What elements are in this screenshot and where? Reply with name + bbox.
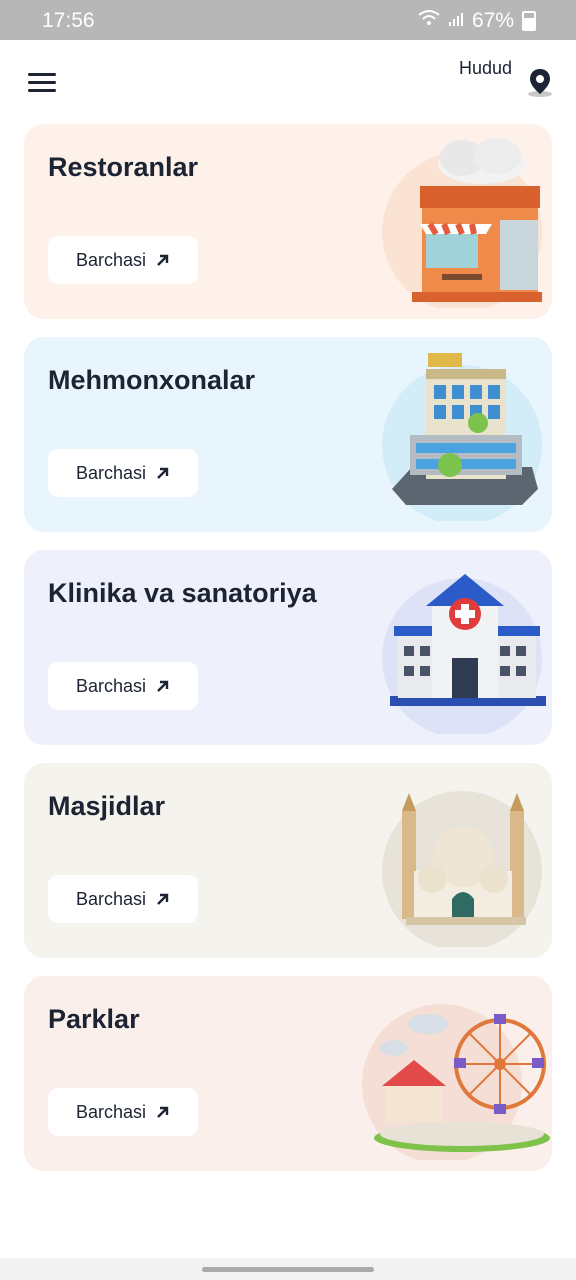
arrow-up-right-icon <box>157 893 169 905</box>
arrow-up-right-icon <box>157 254 169 266</box>
arrow-up-right-icon <box>157 1106 169 1118</box>
view-all-button[interactable]: Barchasi <box>48 662 198 710</box>
signal-icon <box>448 9 464 33</box>
location-pin-icon[interactable] <box>526 66 554 98</box>
battery-percent: 67% <box>471 9 514 32</box>
mosque-illustration <box>382 791 542 947</box>
card-title: Parklar <box>48 1004 140 1034</box>
card-title: Masjidlar <box>48 791 166 821</box>
category-card-restaurants[interactable]: Restoranlar Barchasi <box>24 124 552 319</box>
category-card-parks[interactable]: Parklar Barchasi <box>24 976 552 1171</box>
category-card-mosques[interactable]: Masjidlar Barchasi <box>24 763 552 958</box>
button-label: Barchasi <box>75 249 147 270</box>
card-title: Restoranlar <box>48 152 199 182</box>
park-illustration <box>362 1004 550 1160</box>
home-indicator[interactable] <box>202 1267 374 1272</box>
button-label: Barchasi <box>75 462 147 483</box>
app-header: Hudud <box>0 40 576 124</box>
battery-icon <box>522 11 536 31</box>
category-card-hotels[interactable]: Mehmonxonalar Barchasi <box>24 337 552 532</box>
arrow-up-right-icon <box>157 467 169 479</box>
status-icons: 67% <box>418 9 536 33</box>
view-all-button[interactable]: Barchasi <box>48 875 198 923</box>
button-label: Barchasi <box>75 675 147 696</box>
hotel-illustration <box>382 353 542 521</box>
status-bar: 17:56 67% <box>0 0 576 40</box>
home-indicator-bar <box>0 1258 576 1280</box>
arrow-up-right-icon <box>157 680 169 692</box>
card-title: Klinika va sanatoriya <box>48 578 317 608</box>
view-all-button[interactable]: Barchasi <box>48 1088 198 1136</box>
button-label: Barchasi <box>75 888 147 909</box>
region-label[interactable]: Hudud <box>459 58 512 79</box>
clinic-illustration <box>382 574 546 734</box>
restaurant-illustration <box>382 138 542 308</box>
card-title: Mehmonxonalar <box>48 365 256 395</box>
category-card-clinics[interactable]: Klinika va sanatoriya Barchasi <box>24 550 552 745</box>
menu-icon[interactable] <box>28 73 56 93</box>
status-time: 17:56 <box>42 9 95 32</box>
button-label: Barchasi <box>75 1101 147 1122</box>
view-all-button[interactable]: Barchasi <box>48 449 198 497</box>
view-all-button[interactable]: Barchasi <box>48 236 198 284</box>
wifi-icon <box>418 9 440 33</box>
